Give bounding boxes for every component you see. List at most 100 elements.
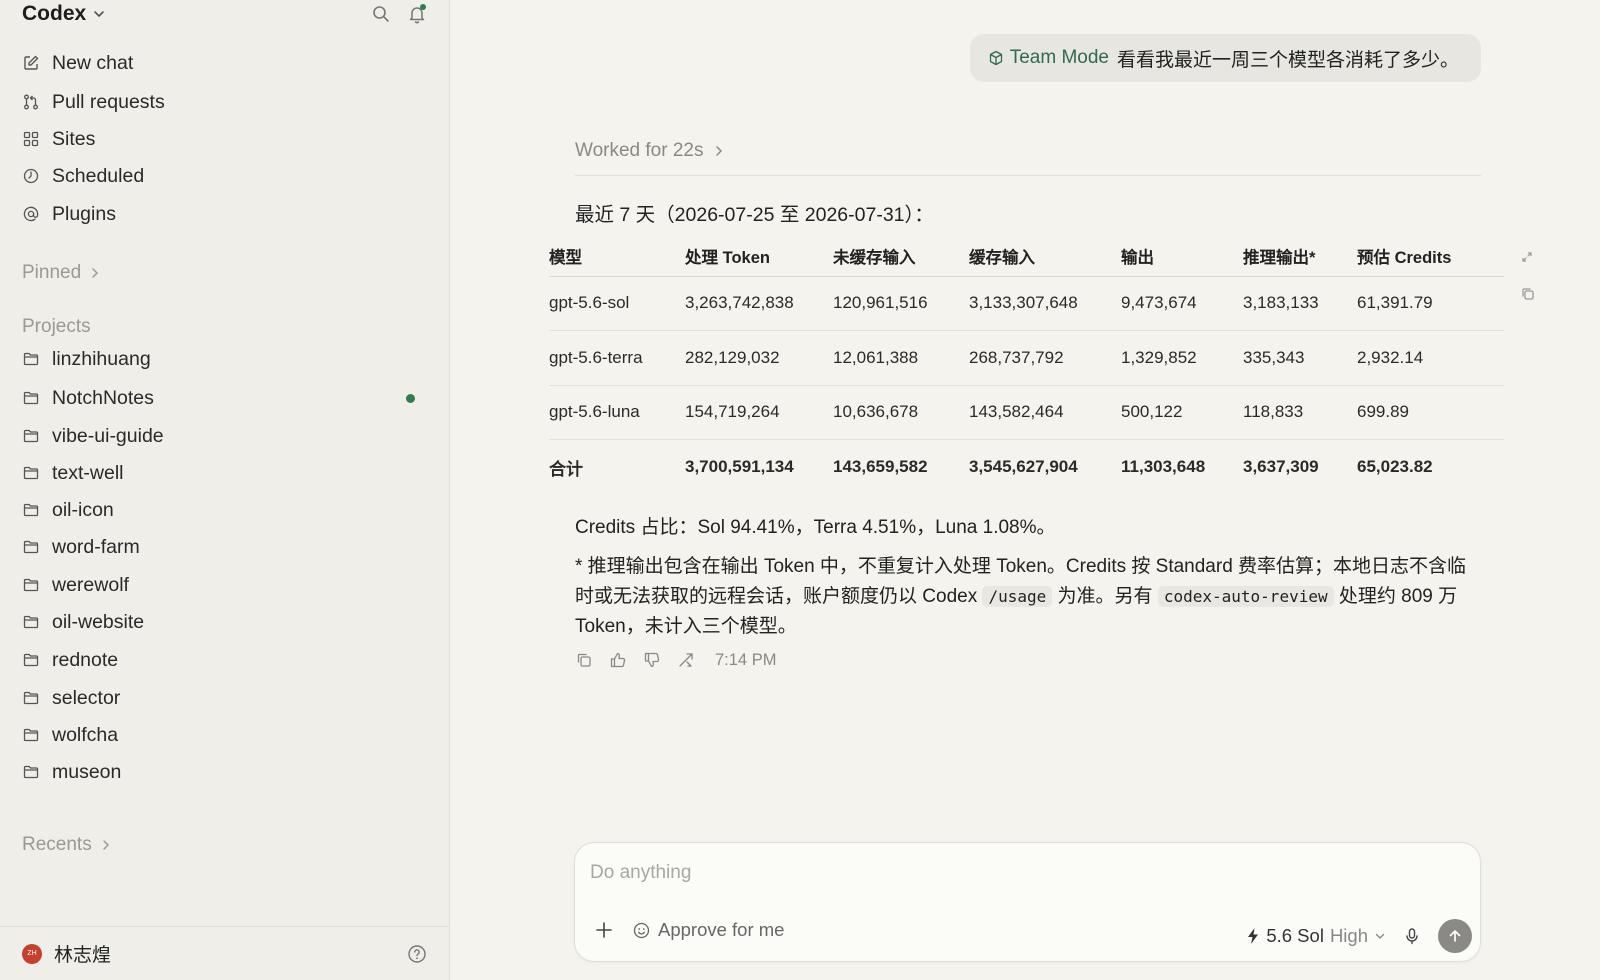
table-cell: 3,637,309 <box>1243 457 1319 476</box>
table-cell: 143,659,582 <box>833 457 928 476</box>
date-range-text: 最近 7 天（2026-07-25 至 2026-07-31）： <box>575 204 934 226</box>
sidebar-project-item[interactable]: NotchNotes <box>22 383 427 413</box>
at-icon <box>23 206 39 222</box>
project-label: wolfcha <box>52 723 119 746</box>
message-input[interactable] <box>590 857 1464 889</box>
sidebar-item-label: New chat <box>52 51 134 74</box>
recents-section-toggle[interactable]: Recents <box>22 832 112 858</box>
folder-icon <box>23 691 39 705</box>
project-label: museon <box>52 760 122 783</box>
project-label: rednote <box>52 648 119 671</box>
recents-label: Recents <box>22 834 92 855</box>
folder-icon <box>23 765 39 779</box>
sidebar-item-sites[interactable]: Sites <box>22 124 427 154</box>
copy-icon[interactable] <box>575 651 593 669</box>
sidebar-header: Codex <box>22 0 427 28</box>
table-cell: 65,023.82 <box>1357 457 1433 476</box>
folder-icon <box>23 503 39 517</box>
microphone-icon[interactable] <box>1402 926 1422 946</box>
projects-section-header: Projects <box>22 314 91 340</box>
sidebar-project-item[interactable]: wolfcha <box>22 720 427 750</box>
message-timestamp: 7:14 PM <box>715 650 777 669</box>
team-mode-label: Team Mode <box>1009 47 1109 68</box>
sidebar-project-item[interactable]: word-farm <box>22 532 427 562</box>
app-title: Codex <box>22 2 87 25</box>
table-cell: 合计 <box>549 459 583 479</box>
project-label: werewolf <box>52 573 129 596</box>
clock-icon <box>23 168 39 184</box>
footnote: * 推理输出包含在输出 Token 中，不重复计入处理 Token。Credit… <box>575 552 1475 642</box>
user-message: Team Mode 看看我最近一周三个模型各消耗了多少。 <box>969 34 1481 82</box>
sidebar-project-item[interactable]: oil-website <box>22 607 427 637</box>
credits-share: Credits 占比：Sol 94.41%，Terra 4.51%，Luna 1… <box>575 517 1056 538</box>
project-label: word-farm <box>52 535 140 558</box>
chevron-right-icon <box>102 840 109 850</box>
table-cell: 11,303,648 <box>1121 457 1206 476</box>
project-status-dot <box>406 393 415 403</box>
table-tools <box>1520 250 1536 302</box>
sidebar-item-label: Sites <box>52 127 96 150</box>
worked-for-toggle[interactable]: Worked for 22s <box>575 140 1481 176</box>
thumbs-up-icon[interactable] <box>609 651 627 669</box>
folder-icon <box>23 540 39 554</box>
pull-request-icon <box>24 94 38 110</box>
fork-icon[interactable] <box>677 651 695 669</box>
sidebar-item-pull-requests[interactable]: Pull requests <box>22 87 427 117</box>
sidebar-footer: ZH 林志煌 <box>0 926 449 980</box>
sidebar: Codex New chat Pull requests Sites Sched… <box>0 0 450 980</box>
project-label: oil-icon <box>52 498 114 521</box>
folder-icon <box>23 429 39 443</box>
usage-table: 模型 处理 Token 未缓存输入 缓存输入 输出 推理输出* 预估 Credits gpt… <box>549 236 1504 494</box>
sidebar-project-item[interactable]: text-well <box>22 458 427 488</box>
add-attachment-button[interactable] <box>593 919 615 941</box>
compose-icon <box>24 55 39 70</box>
app-switcher[interactable]: Codex <box>22 2 106 26</box>
table-cell: 282,129,032 <box>685 330 833 386</box>
search-icon[interactable] <box>371 4 391 24</box>
thumbs-down-icon[interactable] <box>643 651 661 669</box>
inline-code: codex-auto-review <box>1157 586 1334 607</box>
project-label: text-well <box>52 461 124 484</box>
chevron-down-icon <box>94 11 104 17</box>
sidebar-item-plugins[interactable]: Plugins <box>22 199 427 229</box>
table-row: gpt-5.6-luna 154,719,264 10,636,678 143,582… <box>549 385 1504 440</box>
pinned-section-toggle[interactable]: Pinned <box>22 260 101 286</box>
sidebar-project-item[interactable]: rednote <box>22 645 427 675</box>
message-actions: 7:14 PM <box>575 648 776 672</box>
expand-icon[interactable] <box>1520 250 1534 264</box>
table-cell: gpt-5.6-luna <box>549 385 685 440</box>
copy-icon[interactable] <box>1520 286 1536 302</box>
sidebar-project-item[interactable]: selector <box>22 683 427 713</box>
send-button[interactable] <box>1438 919 1472 953</box>
folder-icon <box>23 615 39 629</box>
sidebar-project-item[interactable]: oil-icon <box>22 495 427 525</box>
project-label: vibe-ui-guide <box>52 424 164 447</box>
sidebar-item-new-chat[interactable]: New chat <box>22 48 427 78</box>
sidebar-item-scheduled[interactable]: Scheduled <box>22 161 427 191</box>
approve-for-me-toggle[interactable]: Approve for me <box>633 919 784 941</box>
chevron-down-icon <box>1375 933 1385 939</box>
inline-code: /usage <box>982 586 1053 607</box>
sidebar-item-label: Scheduled <box>52 164 145 187</box>
folder-icon <box>23 578 39 592</box>
table-cell: 3,545,627,904 <box>969 457 1078 476</box>
reasoning-level: High <box>1329 925 1368 946</box>
sidebar-project-item[interactable]: linzhihuang <box>22 344 427 374</box>
folder-icon <box>23 391 39 405</box>
projects-label: Projects <box>22 316 91 337</box>
column-header: 输出 <box>1121 236 1243 277</box>
sidebar-project-item[interactable]: museon <box>22 757 427 787</box>
notifications-button[interactable] <box>407 4 427 24</box>
help-icon[interactable] <box>407 944 427 964</box>
sidebar-project-item[interactable]: vibe-ui-guide <box>22 421 427 451</box>
table-cell: 9,473,674 <box>1121 276 1243 331</box>
table-cell: 154,719,264 <box>685 385 833 440</box>
user-message-text: 看看我最近一周三个模型各消耗了多少。 <box>1116 49 1459 71</box>
table-cell: 268,737,792 <box>969 330 1121 386</box>
table-cell: 3,133,307,648 <box>969 276 1121 331</box>
sidebar-project-item[interactable]: werewolf <box>22 570 427 600</box>
model-selector[interactable]: 5.6 Sol High <box>1246 925 1386 947</box>
chevron-right-icon <box>716 146 723 156</box>
table-cell: 12,061,388 <box>833 330 969 386</box>
user-account-button[interactable]: ZH 林志煌 <box>22 940 111 967</box>
